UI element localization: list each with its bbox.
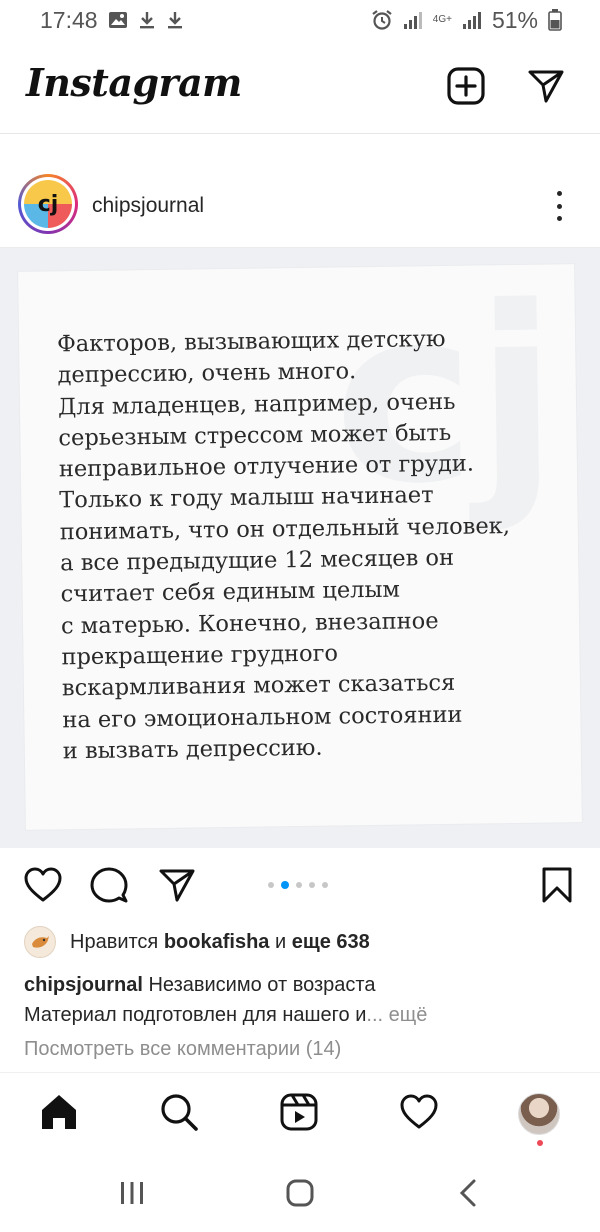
- more-options-dot: [556, 216, 562, 221]
- post-caption: chipsjournal Независимо от возраста Мате…: [24, 970, 584, 1030]
- avatar-inner: cj: [21, 177, 75, 231]
- carousel-dot: [296, 882, 302, 888]
- likes-connector: и: [274, 930, 287, 953]
- carousel-indicator: [268, 881, 328, 889]
- direct-message-button[interactable]: [524, 66, 568, 110]
- direct-message-icon: [526, 66, 566, 111]
- text-card: cj Факторов, вызывающих детскую депресси…: [18, 254, 582, 830]
- signal-icon: [462, 10, 482, 30]
- caption-text-2: Материал подготовлен для нашего и: [24, 1004, 367, 1026]
- nav-profile[interactable]: [516, 1091, 562, 1137]
- carousel-dot: [268, 882, 274, 888]
- activity-heart-icon: [399, 1093, 439, 1136]
- share-button[interactable]: [156, 866, 198, 908]
- heart-icon: [23, 866, 63, 909]
- new-post-button[interactable]: [444, 66, 488, 110]
- back-chevron-icon: [456, 1178, 480, 1213]
- save-button[interactable]: [536, 866, 578, 908]
- caption-more-link[interactable]: ещё: [389, 1004, 428, 1026]
- new-post-icon: [446, 66, 486, 111]
- post-author-username[interactable]: chipsjournal: [92, 194, 204, 218]
- system-navigation-bar: [0, 1158, 600, 1232]
- nav-search[interactable]: [156, 1091, 202, 1137]
- more-options-dot: [556, 203, 562, 209]
- network-type-label: 4G+: [432, 14, 452, 25]
- home-system-button[interactable]: [280, 1178, 320, 1212]
- home-circle-icon: [285, 1178, 315, 1213]
- carousel-dot: [309, 882, 315, 888]
- post-image-text: Факторов, вызывающих детскую депрессию, …: [56, 325, 511, 765]
- liker-avatar[interactable]: [24, 926, 56, 958]
- battery-icon: [548, 9, 562, 31]
- post-image[interactable]: cj Факторов, вызывающих детскую депресси…: [0, 248, 600, 848]
- caption-ellipsis: ...: [366, 1004, 384, 1026]
- alarm-icon: [371, 9, 393, 31]
- caption-line-1: chipsjournal Независимо от возраста: [24, 970, 584, 1000]
- recent-apps-button[interactable]: [112, 1178, 152, 1212]
- bird-icon: [32, 936, 49, 948]
- likes-text: Нравится bookafisha и еще 638: [70, 931, 370, 954]
- status-time: 17:48: [40, 6, 98, 33]
- nav-home[interactable]: [36, 1091, 82, 1137]
- home-icon: [39, 1092, 79, 1137]
- liker-username[interactable]: bookafisha: [164, 931, 270, 953]
- post-author-avatar[interactable]: cj: [18, 174, 78, 234]
- download-icon: [138, 10, 156, 30]
- status-bar: 17:48 4G+ 51%: [0, 0, 600, 40]
- nav-activity[interactable]: [396, 1091, 442, 1137]
- battery-percent: 51%: [491, 6, 538, 33]
- chipsjournal-logo: cj: [24, 180, 72, 228]
- post-header: cj chipsjournal: [0, 134, 600, 248]
- post-actions: [0, 860, 600, 912]
- bottom-navigation: [0, 1072, 600, 1158]
- signal-icon: [403, 10, 423, 30]
- comment-icon: [89, 865, 129, 910]
- search-icon: [159, 1092, 199, 1137]
- like-button[interactable]: [22, 866, 64, 908]
- bookmark-icon: [540, 866, 574, 909]
- status-right: 4G+ 51%: [371, 7, 562, 34]
- view-all-comments-link[interactable]: Посмотреть все комментарии (14): [24, 1038, 341, 1061]
- caption-username[interactable]: chipsjournal: [24, 974, 143, 996]
- carousel-dot-active: [281, 881, 289, 889]
- caption-text: Независимо от возраста: [148, 974, 376, 996]
- notification-dot: [537, 1140, 543, 1146]
- app-header: Instagram: [0, 40, 600, 134]
- caption-line-2: Материал подготовлен для нашего и... ещё: [24, 1000, 584, 1030]
- post-options-button[interactable]: [544, 188, 574, 224]
- profile-avatar: [518, 1093, 560, 1135]
- likes-row: Нравится bookafisha и еще 638: [24, 926, 370, 958]
- share-icon: [157, 865, 197, 910]
- download-icon: [166, 10, 184, 30]
- gallery-icon: [108, 11, 128, 29]
- back-button[interactable]: [448, 1178, 488, 1212]
- likes-prefix: Нравится: [70, 930, 159, 953]
- recent-apps-icon: [118, 1180, 146, 1211]
- nav-reels[interactable]: [276, 1091, 322, 1137]
- instagram-logo[interactable]: Instagram: [26, 60, 242, 105]
- more-options-icon: [556, 191, 562, 196]
- comment-button[interactable]: [88, 866, 130, 908]
- likes-others-count[interactable]: еще 638: [292, 931, 370, 953]
- status-left: 17:48: [40, 7, 184, 34]
- carousel-dot: [322, 882, 328, 888]
- reels-icon: [279, 1092, 319, 1137]
